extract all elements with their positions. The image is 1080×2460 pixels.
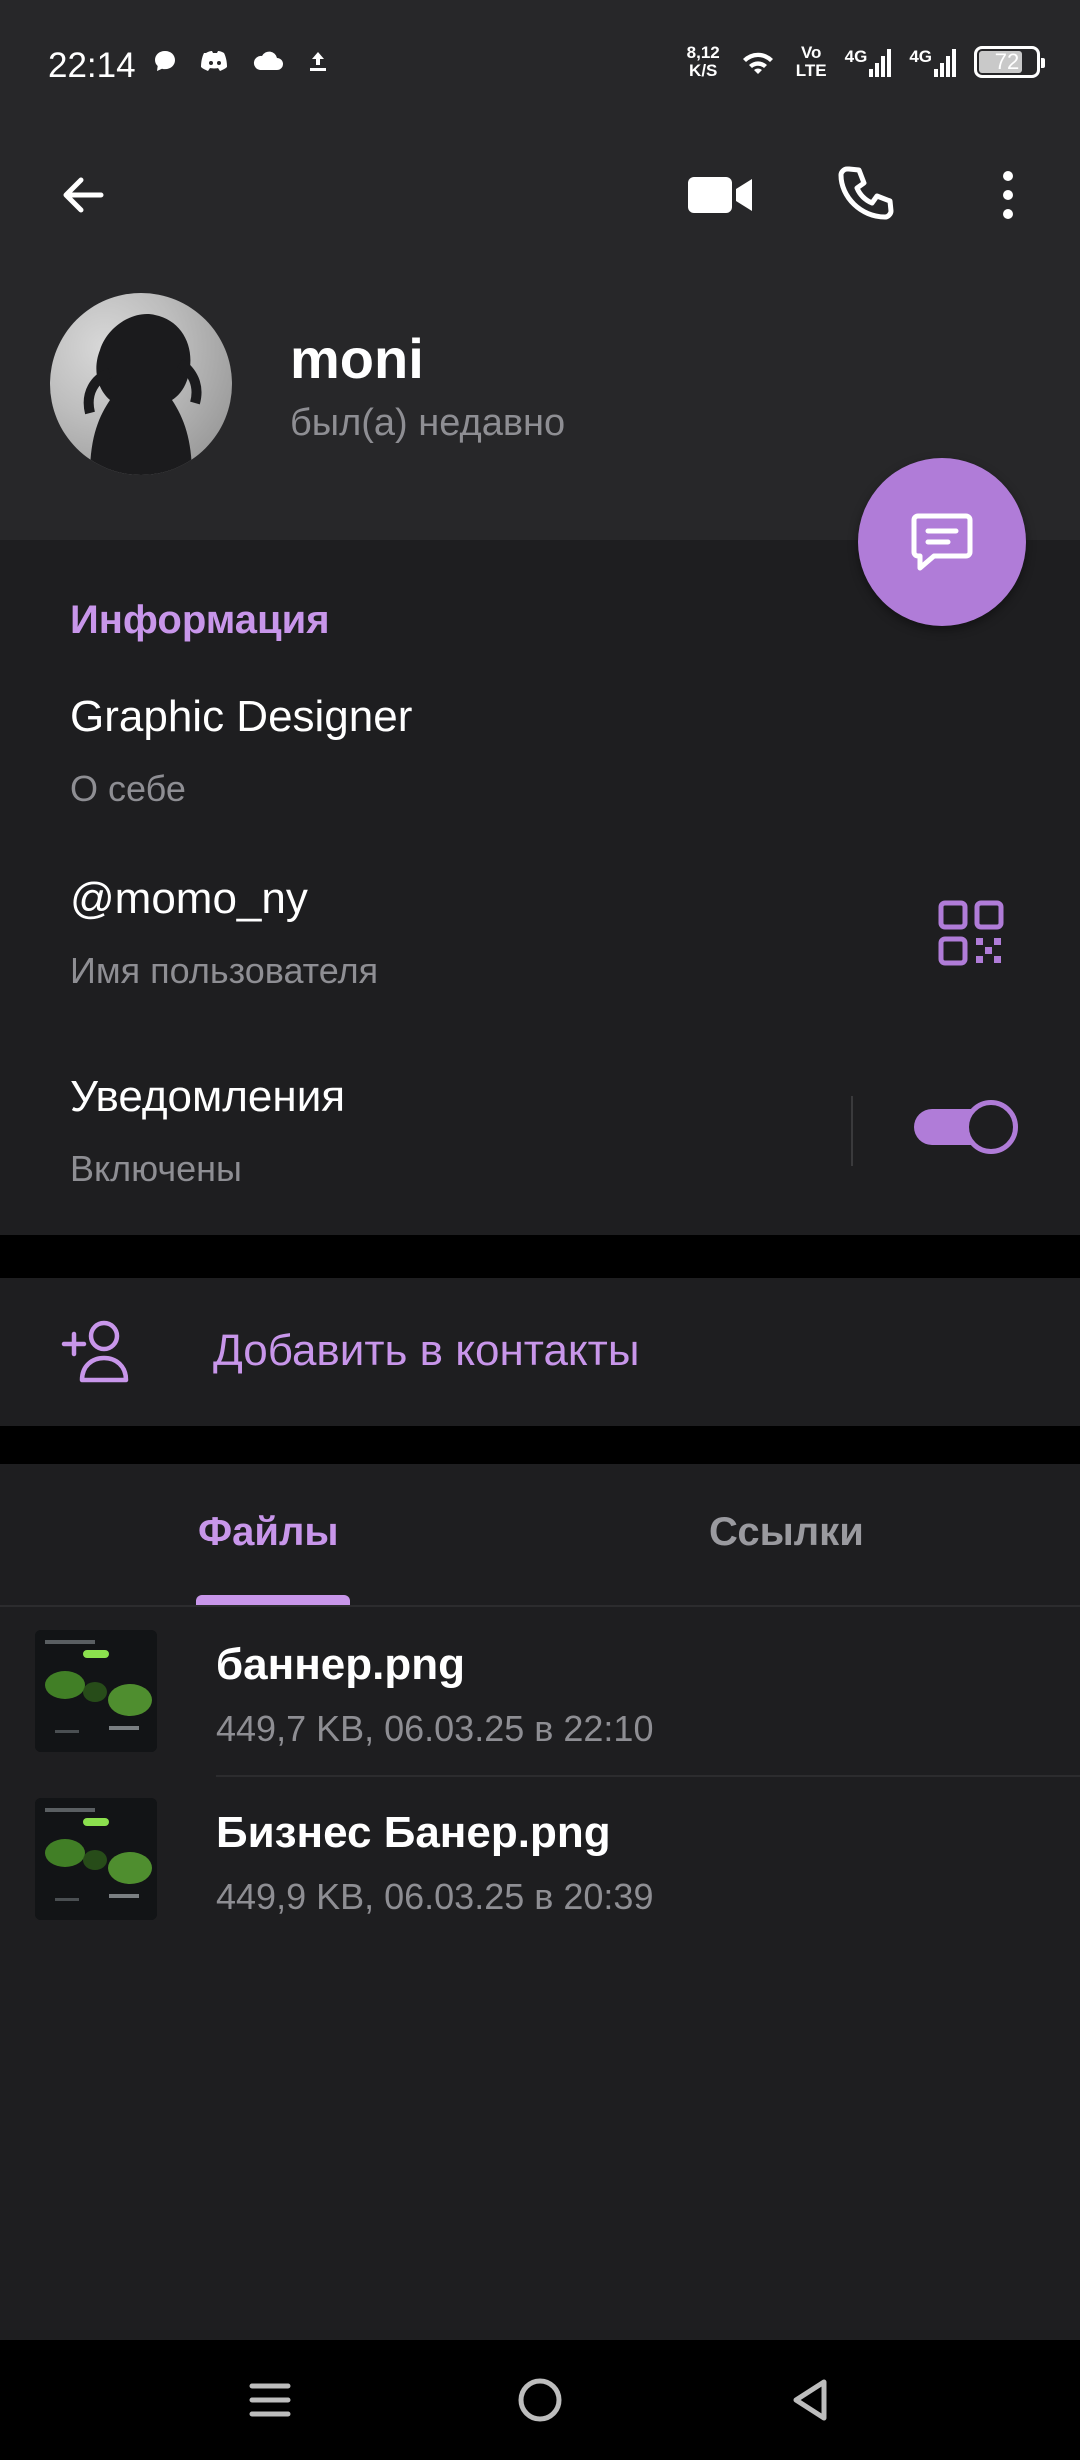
recent-apps-button[interactable] xyxy=(238,2368,302,2432)
username-label: Имя пользователя xyxy=(70,950,379,991)
bio-label: О себе xyxy=(70,768,186,809)
file-item[interactable]: Бизнес Банер.png 449,9 KB, 06.03.25 в 20… xyxy=(0,1776,1080,1944)
send-message-fab[interactable] xyxy=(858,458,1026,626)
volte-indicator: Vo LTE xyxy=(796,44,827,80)
wifi-icon xyxy=(742,52,773,74)
tab-files[interactable]: Файлы xyxy=(198,1510,339,1555)
back-button[interactable] xyxy=(48,160,118,230)
network-speed-unit: K/S xyxy=(689,61,718,80)
notifications-toggle[interactable] xyxy=(914,1100,1018,1154)
battery-level: 72 xyxy=(994,49,1020,74)
profile-screen: 22:14 8,12 K/S Vo LTE 4G 4G 72 moni был(… xyxy=(0,0,1080,2460)
voice-call-button[interactable] xyxy=(825,158,905,228)
phone-icon xyxy=(838,166,894,220)
network-type-1: 4G xyxy=(844,47,868,66)
video-call-button[interactable] xyxy=(680,160,760,230)
avatar-silhouette-icon xyxy=(83,314,202,475)
network-speed-value: 8,12 xyxy=(686,43,720,62)
section-title-info: Информация xyxy=(70,598,330,642)
profile-name: moni xyxy=(290,327,424,390)
arrow-left-icon xyxy=(63,177,104,213)
back-nav-button[interactable] xyxy=(778,2368,842,2432)
active-tab-indicator xyxy=(196,1595,350,1605)
video-camera-icon xyxy=(688,177,752,213)
signal-sim2: 4G xyxy=(909,47,956,77)
add-to-contacts-row[interactable]: Добавить в контакты xyxy=(0,1278,1080,1426)
more-options-button[interactable] xyxy=(988,160,1028,230)
more-vertical-icon xyxy=(1003,171,1013,219)
file-meta: 449,9 KB, 06.03.25 в 20:39 xyxy=(216,1876,654,1917)
tab-links[interactable]: Ссылки xyxy=(709,1510,864,1555)
shared-media-section: Файлы Ссылки баннер.png 449,7 KB, 06.03.… xyxy=(0,1464,1080,2344)
notification-icons xyxy=(152,48,330,74)
network-speed: 8,12 K/S xyxy=(687,44,720,80)
network-type-2: 4G xyxy=(909,47,932,66)
battery-indicator: 72 xyxy=(974,46,1045,78)
cloud-icon xyxy=(253,51,283,70)
tabs-divider xyxy=(0,1605,1080,1607)
chat-notification-icon xyxy=(155,51,175,71)
qr-code-button[interactable] xyxy=(938,900,1004,966)
notifications-value: Уведомления xyxy=(70,1072,346,1121)
last-seen-status: был(а) недавно xyxy=(290,402,566,444)
file-thumbnail xyxy=(35,1798,157,1920)
file-name: баннер.png xyxy=(216,1640,466,1689)
username-value: @momo_ny xyxy=(70,874,308,923)
info-section: Информация Graphic Designer О себе @momo… xyxy=(0,540,1080,1235)
upload-icon xyxy=(310,52,326,71)
triangle-back-icon xyxy=(793,2379,827,2421)
qr-code-icon xyxy=(938,900,1004,966)
notifications-label: Включены xyxy=(70,1148,242,1189)
home-button[interactable] xyxy=(508,2368,572,2432)
file-item[interactable]: баннер.png 449,7 KB, 06.03.25 в 22:10 xyxy=(0,1608,1080,1777)
signal-bars-icon xyxy=(934,49,956,77)
bio-value: Graphic Designer xyxy=(70,692,413,741)
circle-icon xyxy=(518,2378,562,2422)
section-gap xyxy=(0,1426,1080,1464)
discord-icon xyxy=(201,51,227,71)
volte-bottom: LTE xyxy=(795,61,827,80)
toggle-thumb xyxy=(964,1100,1018,1154)
system-status-icons: 8,12 K/S Vo LTE 4G 4G 72 xyxy=(687,44,1045,80)
section-gap xyxy=(0,1235,1080,1278)
file-meta: 449,7 KB, 06.03.25 в 22:10 xyxy=(216,1708,654,1749)
message-icon xyxy=(911,513,973,571)
add-to-contacts-label: Добавить в контакты xyxy=(213,1326,640,1375)
volte-top: Vo xyxy=(800,43,822,62)
signal-bars-icon xyxy=(869,49,892,77)
file-name: Бизнес Банер.png xyxy=(216,1808,611,1857)
notifications-divider xyxy=(851,1096,853,1166)
file-thumbnail xyxy=(35,1630,157,1752)
status-bar: 22:14 8,12 K/S Vo LTE 4G 4G 72 xyxy=(0,0,1080,130)
system-navigation-bar xyxy=(0,2340,1080,2460)
signal-sim1: 4G xyxy=(845,47,892,77)
status-time: 22:14 xyxy=(48,46,136,85)
avatar[interactable] xyxy=(50,293,232,475)
menu-icon xyxy=(249,2383,291,2417)
add-person-icon xyxy=(60,1314,136,1390)
